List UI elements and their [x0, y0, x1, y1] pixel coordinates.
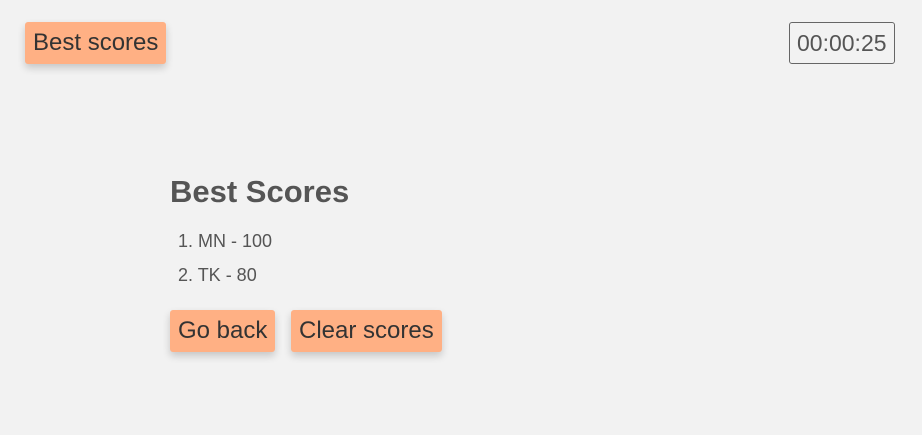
best-scores-title: Best Scores — [170, 174, 350, 209]
best-scores-button[interactable]: Best scores — [25, 22, 167, 64]
go-back-button[interactable]: Go back — [170, 310, 276, 352]
score-entry: 2. TK - 80 — [178, 265, 257, 285]
clear-scores-button[interactable]: Clear scores — [291, 310, 442, 352]
score-entry: 1. MN - 100 — [178, 231, 273, 251]
timer-display: 00:00:25 — [789, 22, 895, 64]
scores-list: 1. MN - 100 2. TK - 80 — [178, 228, 272, 296]
